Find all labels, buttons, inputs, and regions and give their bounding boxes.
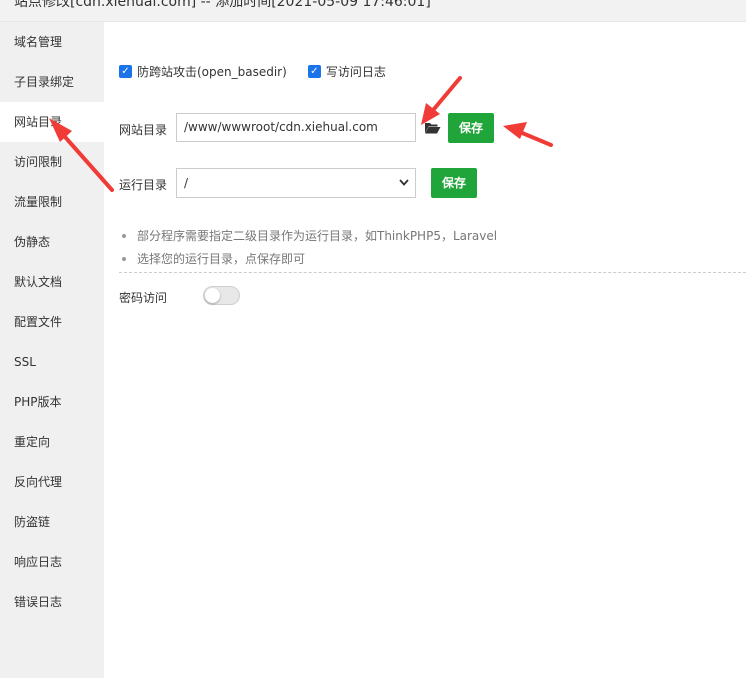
tip-item: 部分程序需要指定二级目录作为运行目录，如ThinkPHP5，Laravel bbox=[120, 227, 740, 250]
folder-open-icon[interactable] bbox=[424, 121, 441, 135]
tips-list: 部分程序需要指定二级目录作为运行目录，如ThinkPHP5，Laravel 选择… bbox=[120, 227, 740, 273]
sidebar-item-redirect[interactable]: 重定向 bbox=[0, 422, 104, 462]
window-title: 站点修改[cdn.xiehual.com] -- 添加时间[2021-05-09… bbox=[14, 0, 431, 10]
access-log-checkbox[interactable]: ✓ bbox=[307, 64, 321, 78]
run-dir-value: / bbox=[184, 176, 189, 190]
checkbox-row: ✓ 防跨站攻击(open_basedir) ✓ 写访问日志 bbox=[119, 62, 407, 80]
open-basedir-label[interactable]: 防跨站攻击(open_basedir) bbox=[137, 63, 287, 80]
sidebar-item-site-directory[interactable]: 网站目录 bbox=[0, 102, 104, 142]
chevron-down-icon bbox=[399, 179, 409, 186]
sidebar-item-config-file[interactable]: 配置文件 bbox=[0, 302, 104, 342]
access-log-label[interactable]: 写访问日志 bbox=[326, 63, 386, 80]
sidebar-item-error-log[interactable]: 错误日志 bbox=[0, 582, 104, 622]
site-dir-save-button[interactable]: 保存 bbox=[448, 113, 494, 143]
sidebar-item-traffic-limit[interactable]: 流量限制 bbox=[0, 182, 104, 222]
site-dir-input[interactable]: /www/wwwroot/cdn.xiehual.com bbox=[176, 113, 416, 142]
sidebar-item-subdir-binding[interactable]: 子目录绑定 bbox=[0, 62, 104, 102]
sidebar-item-response-log[interactable]: 响应日志 bbox=[0, 542, 104, 582]
sidebar: 域名管理 子目录绑定 网站目录 访问限制 流量限制 伪静态 默认文档 配置文件 … bbox=[0, 22, 104, 678]
sidebar-item-access-limit[interactable]: 访问限制 bbox=[0, 142, 104, 182]
toggle-knob bbox=[205, 288, 220, 303]
open-basedir-checkbox[interactable]: ✓ bbox=[119, 64, 132, 78]
divider bbox=[119, 272, 746, 273]
sidebar-item-rewrite[interactable]: 伪静态 bbox=[0, 222, 104, 262]
sidebar-item-php-version[interactable]: PHP版本 bbox=[0, 382, 104, 422]
sidebar-item-domain[interactable]: 域名管理 bbox=[0, 22, 104, 62]
sidebar-item-hotlink[interactable]: 防盗链 bbox=[0, 502, 104, 542]
password-access-label: 密码访问 bbox=[119, 291, 168, 305]
run-dir-save-button[interactable]: 保存 bbox=[431, 168, 477, 198]
sidebar-item-default-doc[interactable]: 默认文档 bbox=[0, 262, 104, 302]
run-dir-label: 运行目录 bbox=[119, 178, 168, 192]
sidebar-item-ssl[interactable]: SSL bbox=[0, 342, 104, 382]
password-access-toggle[interactable] bbox=[203, 286, 240, 305]
window-titlebar: 站点修改[cdn.xiehual.com] -- 添加时间[2021-05-09… bbox=[0, 0, 746, 22]
tip-item: 选择您的运行目录，点保存即可 bbox=[120, 250, 740, 273]
run-dir-select[interactable]: / bbox=[176, 168, 416, 198]
sidebar-item-reverse-proxy[interactable]: 反向代理 bbox=[0, 462, 104, 502]
site-dir-label: 网站目录 bbox=[119, 123, 168, 137]
